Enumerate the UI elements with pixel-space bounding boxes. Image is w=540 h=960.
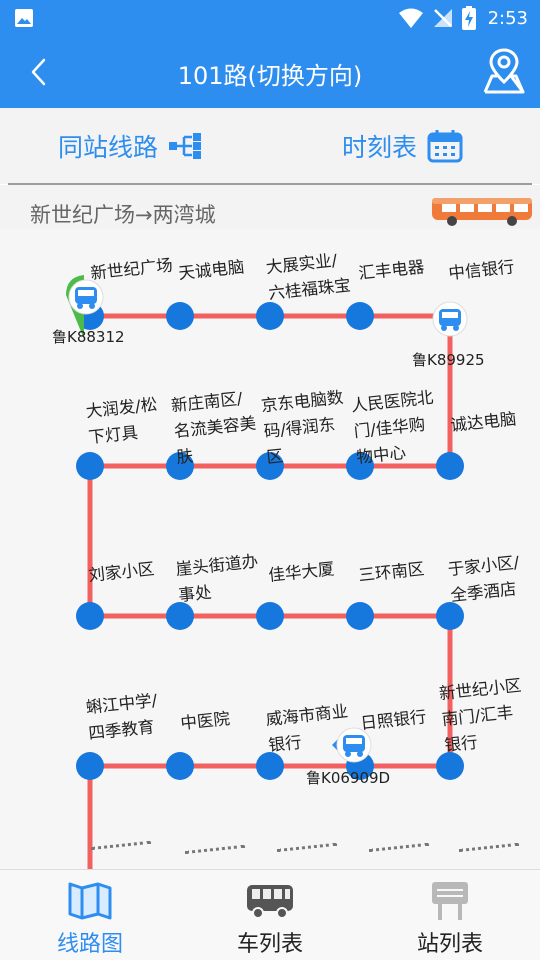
stop-node[interactable] — [346, 602, 374, 630]
branch-lines-icon — [169, 133, 202, 159]
direction-row: 新世纪广场→两湾城 — [0, 185, 540, 229]
stop-node[interactable] — [76, 752, 104, 780]
status-bar: 2:53 — [0, 0, 540, 36]
bus-plate: 鲁K06909D — [306, 769, 391, 787]
calendar-icon — [427, 130, 463, 163]
timetable-label: 时刻表 — [342, 133, 418, 162]
stop-label[interactable]: 大展实业/ 六桂福珠宝 — [265, 247, 352, 307]
tab-route-map-label: 线路图 — [56, 932, 123, 957]
stop-node[interactable] — [436, 452, 464, 480]
battery-charging-icon — [461, 6, 476, 30]
actions-row: 同站线路 时刻表 — [0, 108, 540, 184]
clock: 2:53 — [487, 7, 528, 29]
stop-node[interactable] — [256, 602, 284, 630]
wifi-icon — [398, 8, 423, 28]
stop-node[interactable] — [76, 602, 104, 630]
stop-label[interactable]: 中医院 — [179, 706, 231, 737]
bus-stop-sign-icon — [432, 882, 468, 920]
stop-label[interactable]: 人民医院北 门/佳华购 物中心 — [350, 385, 440, 471]
stop-node[interactable] — [346, 302, 374, 330]
same-stop-lines-button[interactable]: 同站线路 — [58, 128, 204, 164]
stop-node[interactable] — [76, 452, 104, 480]
no-signal-icon — [433, 9, 452, 27]
tab-bus-list[interactable]: 车列表 — [180, 870, 360, 960]
route-title-switch-direction[interactable]: 101路(切换方向) — [0, 56, 540, 91]
stop-node[interactable] — [166, 752, 194, 780]
map-book-icon — [68, 882, 112, 920]
tab-bus-list-label: 车列表 — [236, 932, 303, 957]
bus-icon — [247, 885, 293, 919]
route-map-canvas — [66, 275, 468, 869]
stop-label[interactable]: 新世纪小区 南门/汇丰 银行 — [438, 673, 528, 759]
route-map[interactable]: 新世纪广场 天诚电脑 大展实业/ 六桂福珠宝 汇丰电器 中信银行 诚达电脑 人民医院北 门/… — [0, 229, 540, 869]
map-location-icon[interactable] — [480, 46, 528, 96]
tab-route-map[interactable]: 线路图 — [0, 870, 180, 960]
stop-label[interactable]: 大润发/松 下灯具 — [85, 392, 162, 451]
bus-illustration-icon — [432, 198, 532, 226]
bus-plate: 鲁K89925 — [412, 351, 485, 369]
direction-text: 新世纪广场→两湾城 — [30, 203, 216, 227]
gallery-notification-icon — [15, 9, 33, 27]
stop-label[interactable]: 威海市商业 银行 — [265, 699, 352, 759]
timetable-button[interactable]: 时刻表 — [342, 128, 463, 164]
bus-marker[interactable] — [432, 301, 468, 337]
stop-label[interactable]: 蝌江中学/ 四季教育 — [85, 688, 162, 747]
bus-plate: 鲁K88312 — [52, 328, 125, 346]
stop-label[interactable]: 于家小区/ 全季酒店 — [447, 550, 524, 609]
stop-node[interactable] — [166, 302, 194, 330]
stop-label[interactable]: 崖头街道办 事处 — [175, 549, 262, 609]
same-stop-lines-label: 同站线路 — [58, 133, 159, 162]
stop-label[interactable]: 新庄南区/ 名流美容美 肤 — [170, 385, 260, 471]
app-bar: 101路(切换方向) — [0, 36, 540, 108]
bottom-tab-bar: 线路图 车列表 站列表 — [0, 869, 540, 960]
tab-stop-list[interactable]: 站列表 — [360, 870, 540, 960]
stop-label[interactable]: 京东电脑数 码/得润东 区 — [260, 385, 350, 471]
tab-stop-list-label: 站列表 — [416, 932, 483, 957]
